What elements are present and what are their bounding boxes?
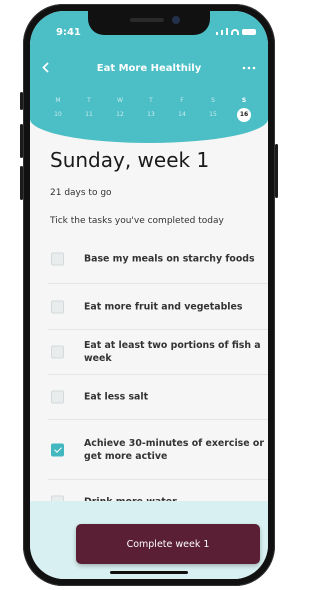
task-checkbox[interactable] xyxy=(51,390,64,404)
task-checkbox[interactable] xyxy=(51,345,64,359)
day-date: 15 xyxy=(209,111,217,118)
task-checkbox[interactable] xyxy=(51,252,64,265)
day-date: 16 xyxy=(237,108,251,122)
task-label: Eat more fruit and vegetables xyxy=(84,301,243,312)
day-1[interactable]: T 11 xyxy=(74,96,104,122)
wifi-icon xyxy=(231,29,239,35)
task-label: Base my meals on starchy foods xyxy=(84,253,255,264)
day-letter: W xyxy=(117,97,123,104)
task-checkbox[interactable] xyxy=(51,300,64,313)
task-row[interactable]: Eat at least two portions of fish a week xyxy=(48,330,268,375)
day-2[interactable]: W 12 xyxy=(105,96,135,122)
day-date: 10 xyxy=(54,111,62,118)
power-button xyxy=(275,144,278,198)
day-5[interactable]: S 15 xyxy=(198,96,228,122)
day-letter: S xyxy=(241,97,247,104)
task-label: Achieve 30-minutes of exercise or get mo… xyxy=(84,437,264,462)
task-row[interactable]: Eat less salt xyxy=(48,375,268,420)
status-icons xyxy=(216,28,256,35)
week-strip: M 10 T 11 W 12 T 13 F 14 S 15 S 16 xyxy=(43,96,259,122)
task-list: Base my meals on starchy foods Eat more f… xyxy=(48,234,268,525)
day-6[interactable]: S 16 xyxy=(229,96,259,122)
notch xyxy=(88,11,210,35)
task-checkbox[interactable] xyxy=(51,443,64,456)
home-indicator xyxy=(110,571,188,574)
battery-icon xyxy=(242,29,256,35)
task-label: Eat at least two portions of fish a week xyxy=(84,340,261,364)
day-letter: M xyxy=(55,97,61,104)
day-3[interactable]: T 13 xyxy=(136,96,166,122)
camera xyxy=(172,16,180,24)
volume-down-button xyxy=(20,166,23,200)
screen: 9:41 Eat More Healthily M 10 T 11 W 12 T 13 F 14 S… xyxy=(30,11,268,579)
page-title: Eat More Healthily xyxy=(96,63,202,74)
task-row[interactable]: Base my meals on starchy foods xyxy=(48,234,268,284)
task-instruction: Tick the tasks you've completed today xyxy=(50,216,224,226)
complete-week-button[interactable]: Complete week 1 xyxy=(76,524,260,564)
status-time: 9:41 xyxy=(56,27,81,38)
day-heading: Sunday, week 1 xyxy=(50,148,210,172)
day-letter: S xyxy=(211,97,215,104)
day-date: 12 xyxy=(116,111,124,118)
task-label: Eat less salt xyxy=(84,391,149,403)
day-0[interactable]: M 10 xyxy=(43,96,73,122)
volume-up-button xyxy=(20,124,23,158)
more-button[interactable] xyxy=(242,59,256,73)
day-letter: F xyxy=(180,97,184,104)
day-date: 11 xyxy=(85,111,93,118)
day-letter: T xyxy=(149,97,153,104)
day-letter: T xyxy=(87,97,91,104)
phone-frame: 9:41 Eat More Healthily M 10 T 11 W 12 T 13 F 14 S… xyxy=(20,4,278,586)
signal-icon xyxy=(226,28,228,35)
mute-switch xyxy=(20,92,23,110)
days-to-go: 21 days to go xyxy=(50,188,112,198)
day-4[interactable]: F 14 xyxy=(167,96,197,122)
task-row[interactable]: Achieve 30-minutes of exercise or get mo… xyxy=(48,420,268,480)
day-date: 13 xyxy=(147,111,155,118)
speaker xyxy=(130,18,164,22)
task-row[interactable]: Eat more fruit and vegetables xyxy=(48,284,268,330)
signal-icon xyxy=(221,30,223,35)
signal-icon xyxy=(216,32,218,35)
more-dots-icon xyxy=(242,66,256,70)
day-date: 14 xyxy=(178,111,186,118)
